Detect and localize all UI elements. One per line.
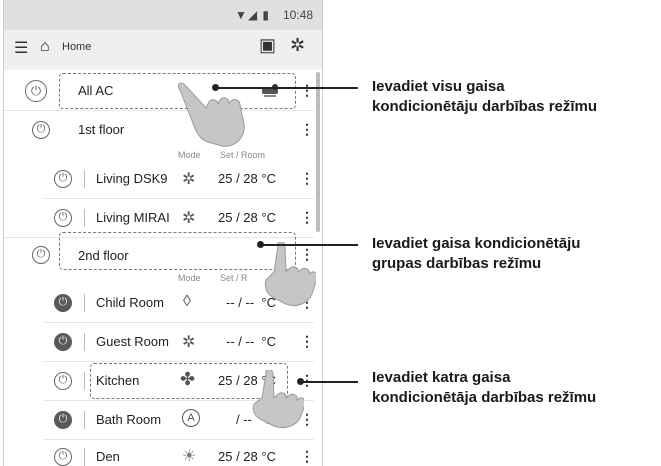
status-icons: ▼◢ ▮ [234, 8, 270, 22]
divider [84, 209, 85, 227]
divider [84, 372, 85, 390]
more-options-icon[interactable]: ⋮ [300, 121, 314, 138]
ac-list: ⏻ All AC ⋮ ⏻ 1st floor ⋮ Mode Set / Room… [4, 70, 322, 466]
unit-label: Living MIRAI [96, 210, 170, 225]
callout-line [261, 244, 358, 246]
tap-hand-icon [264, 242, 316, 307]
phone-screen: ▼◢ ▮ 10:48 ☰ ⌂ Home ▣ ✲ ⏻ All AC ⋮ ⏻ 1st… [3, 0, 323, 466]
cool-icon: ☀ [182, 448, 197, 465]
power-icon[interactable]: ⏻ [54, 170, 72, 188]
tap-hand-icon [177, 82, 245, 147]
unit-label: Guest Room [96, 334, 169, 349]
more-options-icon[interactable]: ⋮ [300, 333, 314, 350]
column-header-mode: Mode [178, 273, 201, 283]
power-icon[interactable]: ⏻ [54, 448, 72, 466]
hamburger-icon[interactable]: ☰ [14, 38, 28, 58]
scrollbar[interactable] [316, 72, 320, 232]
unit-temp: -- / -- °C [226, 334, 276, 349]
callout-individual: Ievadiet katra gaisa kondicionētāja darbī… [372, 369, 597, 406]
unit-label: Bath Room [96, 412, 162, 427]
divider [84, 333, 85, 351]
unit-row-den[interactable]: ⏻ Den ☀ 25 / 28 °C ⋮ [4, 440, 322, 466]
unit-temp: 25 / 28 °C [218, 210, 276, 225]
column-header-set-room: Set / R [220, 273, 248, 283]
home-icon[interactable]: ⌂ [40, 38, 50, 56]
tap-hand-icon [252, 370, 304, 429]
power-icon[interactable]: ⏻ [54, 372, 72, 390]
power-icon[interactable]: ⏻ [54, 209, 72, 227]
callout-all-ac: Ievadiet visu gaisa kondicionētāju darbīb… [372, 78, 598, 115]
page-title: Home [62, 41, 92, 53]
status-time: 10:48 [282, 8, 313, 22]
unit-temp: 25 / 28 °C [218, 449, 276, 464]
more-options-icon[interactable]: ⋮ [300, 209, 314, 226]
power-icon[interactable]: ⏻ [32, 121, 50, 139]
callout-group: Ievadiet gaisa kondicionētāju grupas darb… [372, 235, 581, 272]
group-row-1st-floor[interactable]: ⏻ 1st floor ⋮ [4, 111, 322, 149]
heat-icon: ✲ [182, 171, 196, 188]
unit-temp: 25 / 28 °C [218, 171, 276, 186]
status-bar: ▼◢ ▮ 10:48 [4, 0, 322, 30]
unit-row-living-dsk9[interactable]: ⏻ Living DSK9 ✲ 25 / 28 °C ⋮ [4, 160, 322, 198]
more-options-icon[interactable]: ⋮ [300, 448, 314, 465]
callout-line [216, 87, 358, 89]
divider [84, 448, 85, 466]
power-icon[interactable]: ⏻ [54, 411, 72, 429]
unit-row-guest-room[interactable]: ⏻ Guest Room ✲ -- / -- °C ⋮ [4, 323, 322, 361]
schedule-icon[interactable]: ▣ [259, 35, 276, 56]
auto-icon: A [182, 409, 200, 427]
power-icon[interactable]: ⏻ [54, 333, 72, 351]
unit-label: Living DSK9 [96, 171, 168, 186]
more-options-icon[interactable]: ⋮ [300, 82, 314, 99]
divider [84, 294, 85, 312]
callout-line [301, 381, 358, 383]
dry-icon: ◊ [183, 293, 191, 310]
heat-icon: ✲ [182, 210, 196, 227]
power-icon[interactable]: ⏻ [25, 80, 47, 102]
divider [84, 411, 85, 429]
group-label: 1st floor [78, 122, 125, 137]
more-options-icon[interactable]: ⋮ [300, 170, 314, 187]
divider [84, 170, 85, 188]
heat-icon: ✲ [182, 334, 196, 351]
power-icon[interactable]: ⏻ [54, 294, 72, 312]
app-bar: ☰ ⌂ Home ▣ ✲ [4, 30, 322, 66]
power-icon[interactable]: ⏻ [32, 246, 50, 264]
gear-icon[interactable]: ✲ [290, 35, 305, 56]
unit-label: Den [96, 449, 120, 464]
unit-label: Child Room [96, 295, 164, 310]
